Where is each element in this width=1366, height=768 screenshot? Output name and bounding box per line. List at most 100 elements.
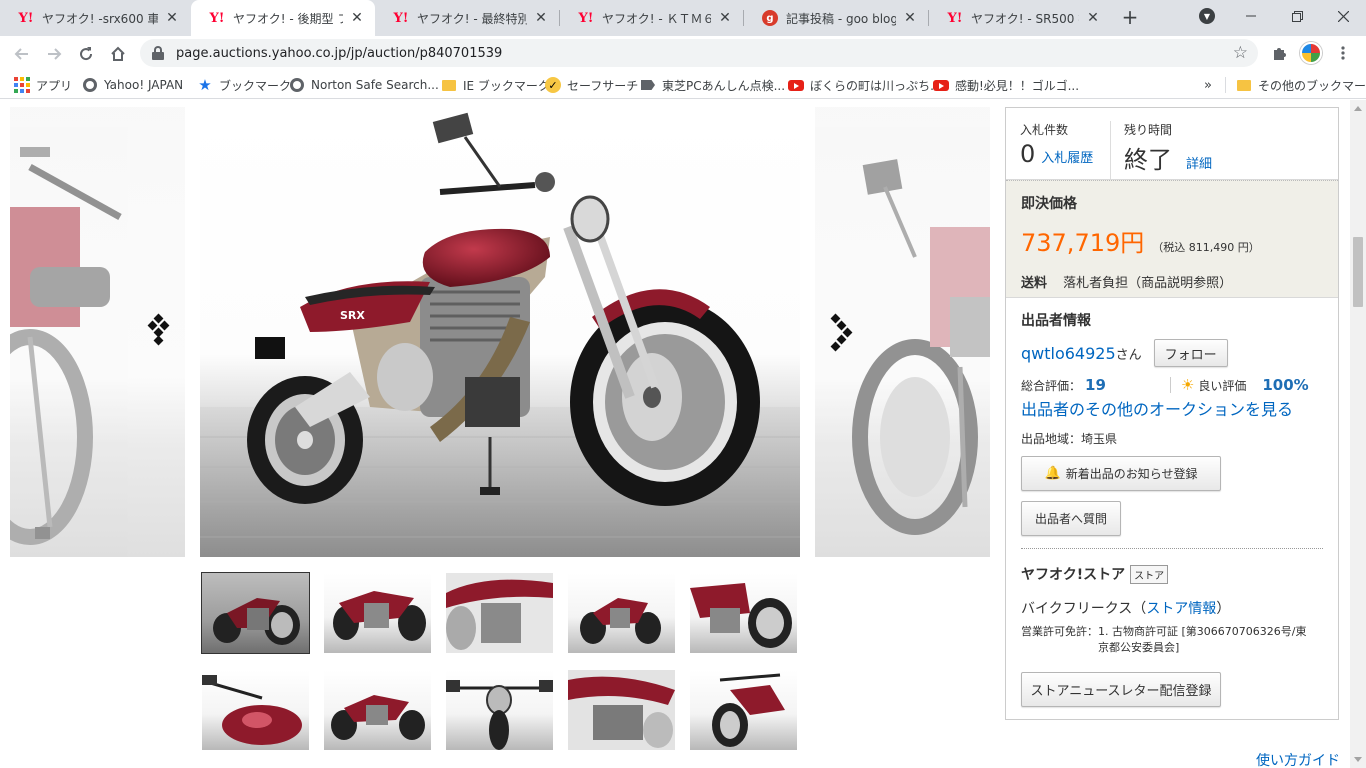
- bookmarks-overflow-button[interactable]: »: [1204, 75, 1212, 95]
- bookmark-apps[interactable]: アプリ: [14, 75, 72, 95]
- tag-icon: [640, 77, 656, 93]
- bookmark-ie-folder[interactable]: IE ブックマーク: [441, 75, 550, 95]
- photo-thumbnail-5[interactable]: [690, 573, 797, 653]
- tab-2[interactable]: Y! ヤフオク! - 最終特別出品 ✕: [375, 0, 559, 36]
- follow-button[interactable]: フォロー: [1153, 339, 1228, 367]
- home-button[interactable]: [104, 40, 132, 68]
- bookmark-youtube-2[interactable]: 感動!必見！！ゴルゴ...: [933, 75, 1079, 95]
- other-auctions-link[interactable]: 出品者のその他のオークションを見る: [1021, 396, 1323, 420]
- avatar: [1300, 42, 1322, 64]
- close-icon[interactable]: ✕: [1085, 10, 1101, 26]
- bid-count-value: 0: [1020, 140, 1036, 168]
- store-heading: ヤフオク!ストア: [1021, 567, 1126, 583]
- bookmark-bookmarks[interactable]: ★ ブックマーク: [197, 75, 291, 95]
- bell-icon: 🔔: [1044, 466, 1061, 481]
- yahoo-favicon-icon: Y!: [209, 10, 225, 26]
- rating-divider: [1169, 377, 1171, 393]
- bookmark-youtube-1[interactable]: ぼくらの町は川っぷち...: [788, 75, 942, 95]
- back-button[interactable]: [8, 40, 36, 68]
- photo-thumbnail-8[interactable]: [446, 670, 553, 750]
- seller-area: 出品地域：埼玉県: [1021, 432, 1118, 446]
- photo-thumbnail-7[interactable]: [324, 670, 431, 750]
- main-product-photo[interactable]: SRX: [200, 107, 800, 557]
- bookmark-label: 感動!必見！！ゴルゴ...: [955, 78, 1080, 93]
- store-info-link[interactable]: ストア情報: [1146, 601, 1216, 617]
- motorcycle-image: SRX: [200, 112, 800, 557]
- tab-0[interactable]: Y! ヤフオク! -srx600 車体の ✕: [0, 0, 190, 36]
- seller-name-link[interactable]: qwtlo64925: [1021, 344, 1116, 363]
- bid-history-link[interactable]: 入札履歴: [1041, 147, 1093, 166]
- minimize-button[interactable]: [1228, 0, 1274, 32]
- total-rating-link[interactable]: 19: [1085, 376, 1106, 394]
- seller-honorific: さん: [1115, 347, 1142, 363]
- photo-thumbnail-9[interactable]: [568, 670, 675, 750]
- auction-info-panel: 入札件数 0 入札履歴 残り時間 終了 詳細 即決価格 737,719円 （税込…: [1005, 107, 1339, 720]
- tab-5[interactable]: Y! ヤフオク! - SR500 初年度 ✕: [929, 0, 1111, 36]
- scroll-up-icon[interactable]: [1354, 106, 1362, 111]
- scrollbar-thumb[interactable]: [1353, 237, 1363, 307]
- goo-logo: g: [762, 10, 778, 26]
- tab-search-button[interactable]: ▼: [1184, 0, 1230, 32]
- store-newsletter-button[interactable]: ストアニュースレター配信登録: [1021, 672, 1221, 707]
- new-tab-button[interactable]: +: [1118, 6, 1142, 30]
- bookmark-label: Yahoo! JAPAN: [104, 78, 184, 92]
- tab-title: ヤフオク! -srx600 車体の: [42, 11, 158, 26]
- url-text[interactable]: page.auctions.yahoo.co.jp/jp/auction/p84…: [176, 46, 502, 61]
- menu-kebab-icon[interactable]: [1332, 42, 1354, 64]
- bookmark-label: ブックマーク: [219, 78, 292, 93]
- checkmark-icon: ✓: [545, 77, 561, 93]
- close-window-button[interactable]: [1320, 0, 1366, 32]
- new-listing-notify-label: 新着出品のお知らせ登録: [1065, 467, 1198, 481]
- bookmark-star-icon[interactable]: ☆: [1233, 43, 1248, 63]
- bookmark-norton[interactable]: Norton Safe Search...: [289, 75, 439, 95]
- photo-thumbnail-3[interactable]: [446, 573, 553, 653]
- apps-grid-icon: [14, 77, 30, 93]
- bookmarks-bar: アプリ Yahoo! JAPAN ★ ブックマーク Norton Safe Se…: [0, 70, 1366, 99]
- previous-photo-arrow-icon[interactable]: [145, 311, 173, 351]
- bookmark-yahoo-japan[interactable]: Yahoo! JAPAN: [82, 75, 183, 95]
- motorcycle-thumbnail-image: [568, 670, 675, 750]
- tab-1[interactable]: Y! ヤフオク! - 後期型 フルモ ✕: [191, 0, 375, 36]
- next-photo-arrow-icon[interactable]: [828, 311, 856, 352]
- arrow-left-icon: [14, 48, 28, 60]
- youtube-icon: [933, 77, 949, 93]
- new-listing-notify-button[interactable]: 🔔 新着出品のお知らせ登録: [1021, 456, 1221, 491]
- photo-thumbnail-4[interactable]: [568, 573, 675, 653]
- close-icon[interactable]: ✕: [902, 10, 918, 26]
- kebab-dots: [1341, 46, 1345, 60]
- tab-4[interactable]: g 記事投稿 - goo blog ✕: [744, 0, 928, 36]
- extensions-puzzle-icon[interactable]: [1268, 42, 1290, 64]
- globe-icon: [289, 77, 305, 93]
- restore-button[interactable]: [1274, 0, 1320, 32]
- auction-page: SRX 入札件数 0 入札履歴 残り時間 終了 詳細 即決価格 737,719円…: [0, 100, 1350, 768]
- photo-thumbnail-2[interactable]: [324, 573, 431, 653]
- forward-button[interactable]: [40, 40, 68, 68]
- motorcycle-thumbnail-image: [712, 673, 785, 747]
- tab-3[interactable]: Y! ヤフオク! - ＫＴＭ６９０ ✕: [560, 0, 743, 36]
- page-scrollbar[interactable]: [1350, 100, 1366, 768]
- good-rating-label: 良い評価: [1198, 378, 1247, 393]
- address-bar[interactable]: page.auctions.yahoo.co.jp/jp/auction/p84…: [140, 39, 1258, 67]
- details-link[interactable]: 詳細: [1186, 153, 1212, 172]
- shipping-label: 送料: [1021, 276, 1048, 291]
- photo-thumbnail-6[interactable]: [202, 670, 309, 750]
- tab-title: ヤフオク! - 最終特別出品: [417, 11, 527, 26]
- profile-avatar[interactable]: [1300, 42, 1322, 64]
- close-icon[interactable]: ✕: [349, 10, 365, 26]
- bookmark-toshiba[interactable]: 東芝PCあんしん点検...: [640, 75, 785, 95]
- bookmark-safesearch[interactable]: ✓ セーフサーチ: [545, 75, 638, 95]
- close-icon[interactable]: ✕: [533, 10, 549, 26]
- reload-button[interactable]: [72, 40, 100, 68]
- folder-icon: [441, 77, 457, 93]
- bookmark-other[interactable]: その他のブックマーク: [1236, 75, 1366, 95]
- close-icon[interactable]: ✕: [717, 10, 733, 26]
- scroll-down-icon[interactable]: [1354, 757, 1362, 762]
- close-icon[interactable]: ✕: [164, 10, 180, 26]
- photo-thumbnail-1[interactable]: [201, 572, 310, 654]
- license-value: 1. 古物商許可証 [第306670706326号/東京都公安委員会]: [1098, 625, 1307, 654]
- usage-guide-link[interactable]: 使い方ガイド: [1256, 750, 1340, 768]
- photo-thumbnail-10[interactable]: [690, 670, 797, 750]
- motorcycle-thumbnail-image: [331, 695, 425, 740]
- tab-title: ヤフオク! - 後期型 フルモ: [233, 11, 343, 26]
- ask-seller-button[interactable]: 出品者へ質問: [1021, 501, 1121, 536]
